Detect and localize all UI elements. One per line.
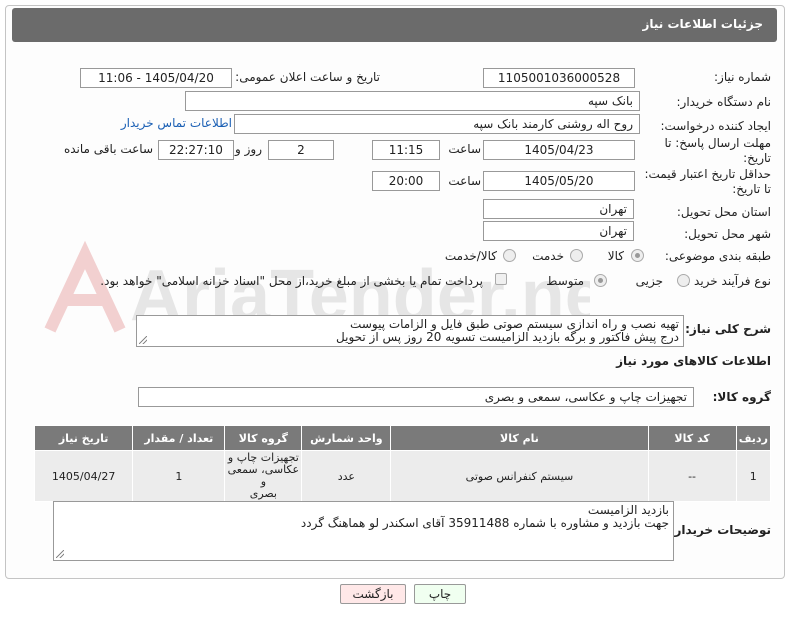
- category-both-label: کالا/خدمت: [444, 249, 497, 263]
- cell-name: سیستم کنفرانس صوتی: [390, 450, 649, 502]
- resize-grip-icon[interactable]: [139, 336, 147, 344]
- payment-note: پرداخت تمام یا بخشی از مبلغ خرید،از محل …: [100, 274, 483, 288]
- goods-table: ردیف کد کالا نام کالا واحد شمارش گروه کا…: [33, 425, 772, 502]
- creator-field: روح اله روشنی کارمند بانک سپه: [234, 114, 640, 134]
- col-name: نام کالا: [390, 425, 649, 451]
- province-field: تهران: [483, 199, 634, 219]
- treasury-checkbox[interactable]: [495, 273, 507, 285]
- buyer-notes-line-2: جهت بازدید و مشاوره با شماره 35911488 آق…: [300, 516, 669, 530]
- category-goods-label: کالا: [607, 249, 624, 263]
- description-textarea[interactable]: تهیه نصب و راه اندازی سیستم صوتی طبق فای…: [136, 315, 684, 347]
- print-button[interactable]: چاپ: [414, 584, 466, 604]
- valid-time-field: 20:00: [372, 171, 440, 191]
- valid-date-field: 1405/05/20: [483, 171, 635, 191]
- cell-row: 1: [735, 450, 772, 502]
- category-radio-service[interactable]: [570, 249, 583, 262]
- cell-date: 1405/04/27: [33, 450, 134, 502]
- category-service-label: خدمت: [532, 249, 564, 263]
- buyer-notes-textarea[interactable]: بازدید الزامیست جهت بازدید و مشاوره با ش…: [53, 501, 674, 561]
- province-label: استان محل تحویل:: [676, 205, 771, 219]
- back-button[interactable]: بازگشت: [340, 584, 406, 604]
- cell-qty: 1: [132, 450, 226, 502]
- category-radio-both[interactable]: [503, 249, 516, 262]
- remaining-time-field: 22:27:10: [158, 140, 234, 160]
- process-minor-label: جزیی: [635, 274, 663, 288]
- col-date: تاریخ نیاز: [33, 425, 134, 451]
- process-label: نوع فرآیند خرید :: [686, 274, 771, 288]
- announce-field: 1405/04/20 - 11:06: [80, 68, 232, 88]
- cell-group: تجهیزات چاپ و عکاسی، سمعی و بصری: [224, 450, 303, 502]
- days-field: 2: [268, 140, 334, 160]
- reply-date-field: 1405/04/23: [483, 140, 635, 160]
- valid-time-label: ساعت: [448, 174, 481, 188]
- col-group: گروه کالا: [224, 425, 303, 451]
- goods-section-title: اطلاعات کالاهای مورد نیاز: [616, 354, 771, 368]
- category-label: طبقه بندی موضوعی:: [664, 249, 771, 263]
- cell-code: --: [647, 450, 737, 502]
- description-label: شرح کلی نیاز:: [685, 322, 771, 336]
- buyer-contact-link[interactable]: اطلاعات تماس خریدار: [121, 116, 232, 130]
- goods-table-header: ردیف کد کالا نام کالا واحد شمارش گروه کا…: [33, 425, 772, 451]
- goods-group-field: تجهیزات چاپ و عکاسی، سمعی و بصری: [138, 387, 694, 407]
- min-valid-label: حداقل تاریخ اعتبار قیمت:: [644, 167, 771, 181]
- goods-group-label: گروه کالا:: [712, 390, 771, 404]
- buyer-notes-label: توضیحات خریدار:: [669, 523, 771, 537]
- buyer-org-label: نام دستگاه خریدار:: [676, 95, 772, 109]
- reply-time-label: ساعت: [448, 142, 481, 156]
- process-medium-label: متوسط: [546, 274, 584, 288]
- cell-group-line-3: بصری: [249, 487, 277, 500]
- cell-group-line-2: عکاسی، سمعی و: [227, 463, 300, 488]
- reply-deadline-label: مهلت ارسال پاسخ: تا: [664, 136, 771, 150]
- city-label: شهر محل تحویل:: [684, 227, 771, 241]
- remaining-label: ساعت باقی مانده: [63, 142, 153, 156]
- process-radio-medium[interactable]: [594, 274, 607, 287]
- announce-label: تاریخ و ساعت اعلان عمومی:: [235, 70, 380, 84]
- buyer-org-field: بانک سپه: [185, 91, 640, 111]
- col-code: کد کالا: [647, 425, 737, 451]
- col-row: ردیف: [735, 425, 772, 451]
- process-radio-minor[interactable]: [677, 274, 690, 287]
- resize-grip-icon[interactable]: [56, 550, 64, 558]
- min-valid-label-2: تا تاریخ:: [732, 182, 771, 196]
- col-qty: تعداد / مقدار: [132, 425, 226, 451]
- creator-label: ایجاد کننده درخواست:: [660, 119, 771, 133]
- page-title: جزئیات اطلاعات نیاز: [642, 17, 763, 31]
- city-field: تهران: [483, 221, 634, 241]
- reply-deadline-label-2: تاریخ:: [743, 151, 771, 165]
- category-radio-goods[interactable]: [631, 249, 644, 262]
- description-line-2: درج پیش فاکتور و برگه بازدید الزامیست تس…: [336, 330, 679, 344]
- reply-time-field: 11:15: [372, 140, 440, 160]
- need-number-label: شماره نیاز:: [714, 70, 771, 84]
- need-number-field: 1105001036000528: [483, 68, 635, 88]
- days-label: روز و: [235, 142, 262, 156]
- cell-unit: عدد: [301, 450, 392, 502]
- page-header: جزئیات اطلاعات نیاز: [12, 8, 777, 42]
- col-unit: واحد شمارش: [301, 425, 392, 451]
- table-row: 1 -- سیستم کنفرانس صوتی عدد تجهیزات چاپ …: [33, 450, 772, 502]
